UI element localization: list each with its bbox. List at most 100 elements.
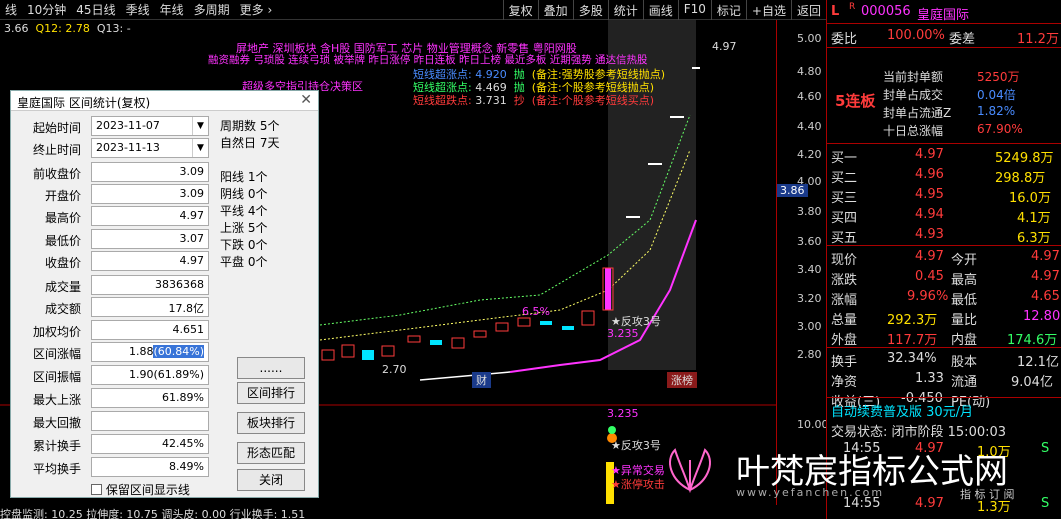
end-time-select[interactable]: 2023-11-13 ▼ bbox=[91, 138, 209, 158]
candle bbox=[495, 322, 509, 332]
stat-label: 成交量 bbox=[44, 280, 81, 294]
range-gain-field[interactable]: 1.88(60.84%) bbox=[91, 342, 209, 362]
yin-count: 阴线 0个 bbox=[220, 187, 268, 201]
stat-value: 3.07 bbox=[91, 229, 209, 249]
candle bbox=[321, 349, 335, 361]
range-stats-dialog: 皇庭国际 区间统计(复权) ✕ 起始时间 2023-11-07 ▼ 终止时间 20… bbox=[10, 90, 319, 498]
stats-button[interactable]: 统计 bbox=[607, 0, 643, 20]
candle bbox=[381, 345, 395, 357]
indicator-info-line: 3.66 Q12: 2.78 Q13: - bbox=[4, 22, 131, 35]
quote-row: 涨幅 9.96% 最低 4.65 bbox=[831, 289, 1060, 308]
quote-row: 涨跌 0.45 最高 4.97 bbox=[831, 269, 1060, 288]
stat-label: 前收盘价 bbox=[32, 167, 81, 181]
trade-status: 交易状态: 闭市阶段 15:00:03 bbox=[831, 425, 1007, 440]
tab-45day[interactable]: 45日线 bbox=[71, 1, 120, 18]
tab-multi-period[interactable]: 多周期 bbox=[189, 1, 235, 18]
period-count: 周期数 5个 bbox=[220, 119, 280, 133]
stat-value: 1.90(61.89%) bbox=[91, 365, 209, 385]
tab-line[interactable]: 线 bbox=[0, 1, 22, 18]
more-button[interactable]: ...... bbox=[237, 357, 305, 379]
multi-stock-button[interactable]: 多股 bbox=[572, 0, 608, 20]
checkbox-icon bbox=[91, 484, 102, 495]
start-time-select[interactable]: 2023-11-07 ▼ bbox=[91, 116, 209, 136]
bid-row: 买四 4.94 4.1万 bbox=[831, 207, 1051, 226]
stock-name: 皇庭国际 bbox=[917, 8, 970, 23]
bid-row: 买五 4.93 6.3万 bbox=[831, 227, 1051, 246]
quote-row: 总量 292.3万 量比 12.80 bbox=[831, 309, 1061, 328]
watermark-url: www.yefanchen.com bbox=[736, 486, 885, 499]
end-time-label: 终止时间 bbox=[32, 143, 81, 157]
candle bbox=[473, 330, 487, 338]
stat-value: 8.49% bbox=[91, 457, 209, 477]
restore-right-button[interactable]: 复权 bbox=[502, 0, 538, 20]
high-label: 4.97 bbox=[712, 40, 737, 53]
dialog-title: 皇庭国际 区间统计(复权) bbox=[17, 96, 151, 110]
watermark: 叶梵宸指标公式网 www.yefanchen.com 指 标 订 阅 bbox=[660, 440, 1060, 501]
stock-code: 000056 bbox=[861, 4, 911, 19]
stat-value bbox=[91, 411, 209, 431]
stat-value: 61.89% bbox=[91, 388, 209, 408]
range-gain-label: 区间涨幅 bbox=[32, 347, 81, 361]
pattern-match-button[interactable]: 形态匹配 bbox=[237, 442, 305, 464]
candle bbox=[562, 326, 574, 330]
range-rank-button[interactable]: 区间排行 bbox=[237, 382, 305, 404]
rank-marker[interactable]: 涨榜 bbox=[667, 372, 697, 388]
chevron-down-icon: ▼ bbox=[192, 139, 208, 157]
keep-range-checkbox[interactable]: 保留区间显示线 bbox=[91, 481, 190, 498]
chevron-down-icon: ▼ bbox=[192, 117, 208, 135]
stat-label: 收盘价 bbox=[44, 256, 81, 270]
stat-value: 17.8亿 bbox=[91, 297, 209, 317]
sub-value: 3.235 bbox=[607, 407, 639, 420]
fangong-value: 3.235 bbox=[607, 327, 639, 340]
candle bbox=[430, 340, 442, 345]
current-price-tag: 3.86 bbox=[777, 184, 808, 197]
finance-marker[interactable]: 财 bbox=[472, 372, 491, 388]
stat-label: 最大回撤 bbox=[32, 416, 81, 430]
back-button[interactable]: 返回 bbox=[790, 0, 826, 20]
flat-count: 平盘 0个 bbox=[220, 255, 268, 269]
indicator-bottom-line: 控盘监测: 10.25 拉伸度: 10.75 调头皮: 0.00 行业换手: 1… bbox=[0, 508, 306, 519]
tab-more[interactable]: 更多 › bbox=[235, 1, 278, 18]
ma-line-white bbox=[419, 371, 511, 381]
stat-value: 3836368 bbox=[91, 275, 209, 295]
stat-label: 开盘价 bbox=[44, 189, 81, 203]
up-count: 上涨 5个 bbox=[220, 221, 268, 235]
stat-value: 42.45% bbox=[91, 434, 209, 454]
quote-row: 现价 4.97 今开 4.97 bbox=[831, 249, 1060, 268]
candle bbox=[362, 350, 374, 360]
bid-row: 买三 4.95 16.0万 bbox=[831, 187, 1051, 206]
overlay-button[interactable]: 叠加 bbox=[537, 0, 573, 20]
quote-row: 换手 32.34% 股本 12.1亿 bbox=[831, 351, 1059, 370]
bid-row: 买一 4.97 5249.8万 bbox=[831, 147, 1054, 166]
candle bbox=[540, 321, 552, 325]
add-favorite-button[interactable]: +自选 bbox=[745, 0, 791, 20]
flat-line-count: 平线 4个 bbox=[220, 204, 268, 218]
tab-season[interactable]: 季线 bbox=[121, 1, 155, 18]
close-button[interactable]: 关闭 bbox=[237, 469, 305, 491]
candle bbox=[605, 268, 611, 310]
toolbar-right: 复权 叠加 多股 统计 画线 F10 标记 +自选 返回 bbox=[502, 0, 826, 20]
candle bbox=[451, 337, 465, 349]
ad-banner[interactable]: 自动续费普及版 30元/月 bbox=[827, 399, 1061, 420]
tab-year[interactable]: 年线 bbox=[155, 1, 189, 18]
tab-10min[interactable]: 10分钟 bbox=[22, 1, 71, 18]
sector-rank-button[interactable]: 板块排行 bbox=[237, 412, 305, 434]
lotus-logo-icon bbox=[669, 448, 711, 494]
candle bbox=[581, 310, 595, 326]
top-toolbar: 线 10分钟 45日线 季线 年线 多周期 更多 › 复权 叠加 多股 统计 画… bbox=[0, 0, 826, 20]
close-icon[interactable]: ✕ bbox=[300, 92, 312, 108]
candle bbox=[341, 344, 355, 358]
stat-value: 4.97 bbox=[91, 206, 209, 226]
candle bbox=[407, 335, 421, 343]
draw-line-button[interactable]: 画线 bbox=[642, 0, 678, 20]
stat-value: 3.09 bbox=[91, 162, 209, 182]
stat-label: 成交额 bbox=[44, 302, 81, 316]
sub-fangong: ★反攻3号 bbox=[611, 439, 661, 452]
natural-days: 自然日 7天 bbox=[220, 136, 280, 150]
quote-row: 净资 1.33 流通 9.04亿 bbox=[831, 371, 1053, 390]
dialog-titlebar: 皇庭国际 区间统计(复权) ✕ bbox=[11, 91, 318, 111]
stat-label: 区间振幅 bbox=[32, 370, 81, 384]
f10-button[interactable]: F10 bbox=[677, 0, 711, 20]
pct-label: 6.5% bbox=[522, 305, 550, 318]
mark-button[interactable]: 标记 bbox=[710, 0, 746, 20]
